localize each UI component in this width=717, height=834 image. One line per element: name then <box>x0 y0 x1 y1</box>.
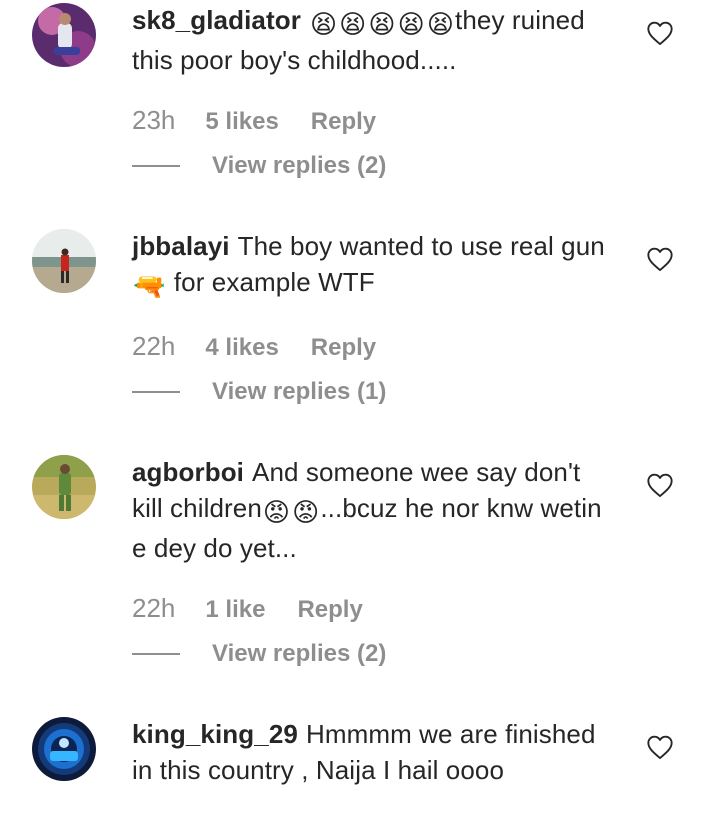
comment-timestamp: 22h <box>132 593 176 623</box>
reply-button[interactable]: Reply <box>311 108 376 135</box>
comment-timestamp: 22h <box>132 331 176 361</box>
view-replies-row[interactable]: View replies (2) <box>132 148 432 184</box>
view-replies-row[interactable]: View replies (2) <box>132 636 432 672</box>
view-replies-button[interactable]: View replies (1) <box>212 374 386 410</box>
comment-text: king_king_29 Hmmmm we are finished in thi… <box>132 716 612 788</box>
comment-body-continued: for example WTF <box>173 267 375 297</box>
avatar[interactable] <box>32 455 96 519</box>
view-replies-row[interactable]: View replies (1) <box>132 374 432 410</box>
likes-count[interactable]: 4 likes <box>205 334 278 361</box>
comment-timestamp: 23h <box>132 105 176 135</box>
replies-divider <box>132 653 180 655</box>
heart-outline-icon[interactable] <box>646 734 674 760</box>
view-replies-button[interactable]: View replies (2) <box>212 636 386 672</box>
comment-username[interactable]: sk8_gladiator <box>132 5 301 35</box>
heart-outline-icon[interactable] <box>646 472 674 498</box>
comment-meta: 22h 1 like Reply <box>132 590 363 626</box>
heart-outline-icon[interactable] <box>646 246 674 272</box>
reply-button[interactable]: Reply <box>311 334 376 361</box>
avatar[interactable] <box>32 229 96 293</box>
comment-text: sk8_gladiator 😫😫😫😫😫they ruined this poor … <box>132 2 612 78</box>
view-replies-button[interactable]: View replies (2) <box>212 148 386 184</box>
comment-username[interactable]: jbbalayi <box>132 231 230 261</box>
avatar[interactable] <box>32 717 96 781</box>
angry-face-emoji: 😡 <box>262 497 291 527</box>
likes-count[interactable]: 1 like <box>205 596 265 623</box>
comment-body: The boy wanted to use real gun <box>237 231 605 261</box>
tired-face-emoji: 😫 <box>368 9 396 39</box>
comment-meta: 22h 4 likes Reply <box>132 328 376 364</box>
tired-face-emoji: 😫 <box>426 9 455 39</box>
heart-outline-icon[interactable] <box>646 20 674 46</box>
tired-face-emoji: 😫 <box>397 9 425 39</box>
avatar[interactable] <box>32 3 96 67</box>
pistol-emoji: 🔫 <box>133 271 166 301</box>
replies-divider <box>132 165 180 167</box>
comment-meta: 23h 5 likes Reply <box>132 102 376 138</box>
tired-face-emoji: 😫 <box>339 9 367 39</box>
angry-face-emoji: 😡 <box>292 497 320 527</box>
comment-text: agborboi And someone wee say don't kill c… <box>132 454 612 566</box>
replies-divider <box>132 391 180 393</box>
reply-button[interactable]: Reply <box>297 596 362 623</box>
comment-username[interactable]: king_king_29 <box>132 719 298 749</box>
tired-face-emoji: 😫 <box>309 9 338 39</box>
comment-username[interactable]: agborboi <box>132 457 244 487</box>
likes-count[interactable]: 5 likes <box>205 108 278 135</box>
comment-text: jbbalayi The boy wanted to use real gun 🔫… <box>132 228 612 304</box>
